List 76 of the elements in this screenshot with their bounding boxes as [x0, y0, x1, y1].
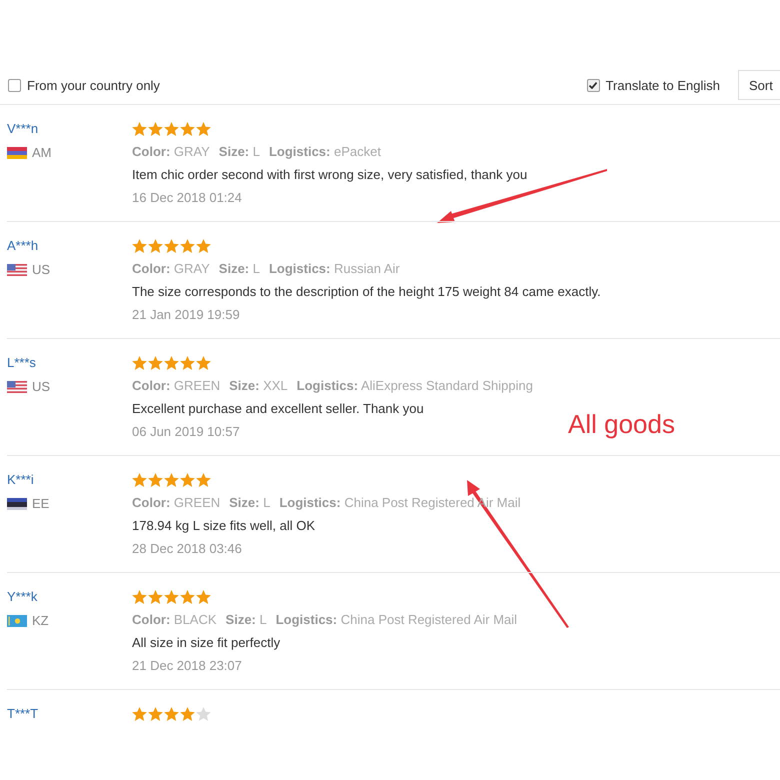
review-date: 21 Jan 2019 19:59	[132, 306, 240, 324]
filled-star-icon	[164, 706, 179, 720]
attribute-text: Logistics: China Post Registered Air Mail	[276, 611, 518, 629]
review-comment: 178.94 kg L size fits well, all OK	[132, 517, 316, 535]
review-comment: Item chic order second with first wrong size, very satisfied, thank you	[132, 166, 528, 184]
flag-icon	[7, 264, 27, 276]
checkbox-label[interactable]: From your country only	[27, 78, 160, 92]
filled-star-icon	[196, 238, 211, 252]
reviewer-name[interactable]: T***T	[7, 702, 38, 725]
review-date: 28 Dec 2018 03:46	[132, 540, 242, 558]
filled-star-icon	[132, 472, 147, 486]
filled-star-icon	[132, 122, 147, 136]
filled-star-icon	[196, 472, 211, 486]
attribute-text: Color: GRAY	[132, 143, 210, 161]
reviewer-name[interactable]: A***h	[7, 234, 38, 257]
attribute-text: Size: L	[218, 260, 260, 278]
attribute-text: Size: L	[226, 611, 267, 629]
attribute-text: Size: XXL	[229, 377, 288, 395]
filled-star-icon	[148, 238, 163, 252]
filled-star-icon	[164, 472, 179, 486]
attribute-text: Logistics: Russian Air	[268, 260, 400, 278]
checkbox-label[interactable]: Translate to English	[606, 78, 720, 92]
review-date: 21 Dec 2018 23:07	[132, 657, 242, 675]
filled-star-icon	[132, 590, 147, 604]
checkmark-icon	[589, 82, 598, 88]
checkbox[interactable]	[8, 78, 21, 92]
reviewer-name[interactable]: Y***k	[7, 585, 38, 608]
filled-star-icon	[164, 356, 179, 370]
filled-star-icon	[164, 238, 179, 252]
sort-dropdown[interactable]: Sort	[738, 70, 780, 100]
filled-star-icon	[180, 590, 195, 604]
filled-star-icon	[180, 122, 195, 136]
country-code: AM	[32, 144, 52, 162]
filled-star-icon	[148, 472, 163, 486]
flag-icon	[7, 615, 27, 627]
filled-star-icon	[148, 356, 163, 370]
attribute-text: Color: BLACK	[132, 611, 217, 629]
country-code: KZ	[32, 612, 49, 630]
filled-star-icon	[148, 590, 163, 604]
flag-icon	[7, 381, 27, 393]
annotation-text: All goods	[568, 408, 675, 440]
review-comment: The size corresponds to the description of the height 175 weight 84 came exactly.	[132, 283, 601, 301]
attribute-text: Color: GREEN	[132, 377, 220, 395]
filled-star-icon	[132, 238, 147, 252]
filled-star-icon	[164, 122, 179, 136]
checkbox[interactable]	[586, 78, 600, 92]
attribute-text: Color: GREEN	[132, 494, 220, 512]
attribute-text: Logistics: AliExpress Standard Shipping	[296, 377, 533, 395]
review-comment: Excellent purchase and excellent seller. Thank you	[132, 400, 424, 418]
filled-star-icon	[180, 356, 195, 370]
filled-star-icon	[196, 590, 211, 604]
filled-star-icon	[196, 122, 211, 136]
filled-star-icon	[196, 356, 211, 370]
filled-star-icon	[164, 590, 179, 604]
reviewer-name[interactable]: K***i	[7, 468, 34, 491]
country-code: EE	[32, 495, 50, 513]
review-date: 06 Jun 2019 10:57	[132, 423, 240, 441]
filled-star-icon	[132, 356, 147, 370]
flag-icon	[7, 147, 27, 159]
filled-star-icon	[132, 706, 147, 720]
reviewer-name[interactable]: L***s	[7, 351, 36, 374]
review-comment: All size in size fit perfectly	[132, 634, 280, 652]
attribute-text: Color: GRAY	[132, 260, 210, 278]
filled-star-icon	[180, 238, 195, 252]
filled-star-icon	[148, 706, 163, 720]
attribute-text: Size: L	[229, 494, 270, 512]
filled-star-icon	[180, 472, 195, 486]
flag-icon	[7, 498, 27, 510]
attribute-text: Size: L	[218, 143, 260, 161]
review-date: 16 Dec 2018 01:24	[132, 189, 242, 207]
country-code: US	[32, 378, 50, 396]
filled-star-icon	[148, 122, 163, 136]
country-code: US	[32, 261, 50, 279]
reviewer-name[interactable]: V***n	[7, 117, 38, 140]
filled-star-icon	[180, 706, 195, 720]
attribute-text: Logistics: ePacket	[268, 143, 381, 161]
